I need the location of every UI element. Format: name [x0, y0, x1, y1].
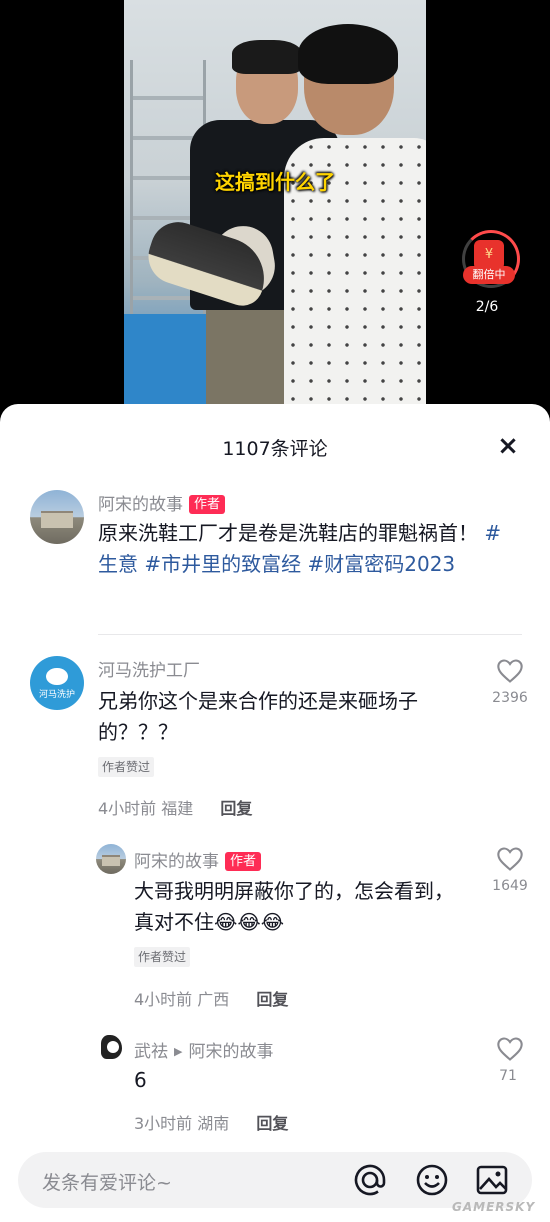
comment-time: 4小时前: [98, 799, 157, 818]
red-packet-widget[interactable]: ¥ 翻倍中: [460, 228, 522, 290]
avatar[interactable]: 河马洗护: [30, 656, 84, 710]
comment-time: 3小时前: [134, 1114, 193, 1133]
reply-arrow-icon: ▶: [174, 1045, 183, 1058]
author-name[interactable]: 阿宋的故事: [98, 495, 183, 515]
comment-location: 福建: [161, 799, 194, 818]
comment-meta: 4小时前 广西 回复: [134, 986, 288, 1010]
hashtag-link[interactable]: #市井里的致富经: [144, 552, 301, 576]
comment-meta: 3小时前 湖南 回复: [134, 1110, 288, 1134]
like-count: 71: [499, 1068, 517, 1084]
person-right-image: [274, 10, 426, 404]
divider: [98, 634, 522, 635]
comment-author[interactable]: 阿宋的故事 作者: [98, 490, 226, 515]
comment-time: 4小时前: [134, 990, 193, 1009]
like-count: 2396: [492, 690, 528, 706]
red-packet-progress: 2/6: [475, 299, 499, 315]
like-heart-icon[interactable]: [496, 846, 524, 872]
author-name[interactable]: 阿宋的故事: [134, 852, 219, 872]
author-liked-badge: 作者赞过: [98, 757, 155, 777]
comments-sheet: 1107条评论 × 阿宋的故事 作者 原来洗鞋工厂才是卷是洗鞋店的罪魁祸首！ #生…: [0, 404, 550, 1222]
comment-text: 6: [134, 1068, 147, 1092]
reply-button[interactable]: 回复: [256, 990, 288, 1009]
like-heart-icon[interactable]: [496, 658, 524, 684]
post-text: 原来洗鞋工厂才是卷是洗鞋店的罪魁祸首！ #生意 #市井里的致富经 #财富密码20…: [98, 518, 518, 580]
red-packet-label: 翻倍中: [463, 266, 515, 284]
author-liked-badge: 作者赞过: [134, 947, 191, 967]
author-badge: 作者: [189, 495, 226, 514]
avatar[interactable]: [96, 844, 126, 874]
avatar[interactable]: [96, 1032, 126, 1062]
watermark: GAMERSKY: [452, 1200, 536, 1214]
avatar[interactable]: [30, 490, 84, 544]
comment-meta: 4小时前 福建 回复: [98, 795, 252, 819]
comment-author[interactable]: 阿宋的故事 作者: [134, 847, 262, 872]
post-body: 原来洗鞋工厂才是卷是洗鞋店的罪魁祸首！: [98, 521, 478, 545]
comment-input-placeholder[interactable]: 发条有爱评论~: [42, 1168, 172, 1195]
like-count: 1649: [492, 878, 528, 894]
author-name[interactable]: 武祛: [134, 1042, 168, 1062]
comment-author[interactable]: 河马洗护工厂: [98, 656, 200, 681]
video-player[interactable]: 这搞到什么了 ¥ 翻倍中 2/6: [0, 0, 550, 420]
image-icon[interactable]: [474, 1162, 510, 1198]
author-badge: 作者: [225, 852, 262, 871]
mention-icon[interactable]: [352, 1162, 388, 1198]
reply-to-name[interactable]: 阿宋的故事: [188, 1042, 273, 1062]
reply-button[interactable]: 回复: [256, 1114, 288, 1133]
comment-location: 湖南: [197, 1114, 230, 1133]
video-frame: 这搞到什么了: [124, 0, 426, 404]
video-caption: 这搞到什么了: [215, 170, 335, 194]
comment-location: 广西: [197, 990, 230, 1009]
comment-text: 兄弟你这个是来合作的还是来砸场子的？？？: [98, 689, 418, 744]
avatar-logo-text: 河马洗护: [38, 690, 75, 701]
hashtag-link[interactable]: #财富密码2023: [307, 552, 455, 576]
reply-button[interactable]: 回复: [220, 799, 252, 818]
comment-author[interactable]: 武祛 ▶ 阿宋的故事: [134, 1037, 273, 1062]
comments-title: 1107条评论: [222, 438, 328, 460]
emoji-icon[interactable]: [414, 1162, 450, 1198]
comment-text: 大哥我明明屏蔽你了的，怎会看到，真对不住😂😂😂: [134, 879, 454, 934]
close-button[interactable]: ×: [494, 432, 522, 460]
like-heart-icon[interactable]: [496, 1036, 524, 1062]
